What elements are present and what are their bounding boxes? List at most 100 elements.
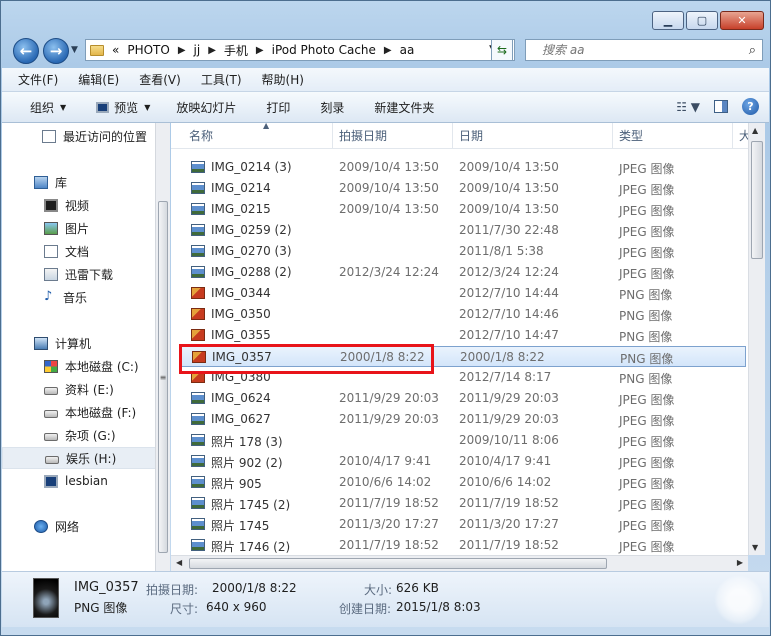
refresh-icon: ⇆ [496,43,508,57]
sidebar-item-videos[interactable]: 视频 [2,194,156,216]
column-size[interactable]: 大 [733,123,748,148]
vertical-scroll-thumb[interactable] [751,141,763,259]
column-type[interactable]: 类型 [613,123,733,148]
table-row[interactable]: 照片 1745 (2) 2011/7/19 18:52 2011/7/19 18:5… [179,493,746,514]
sidebar-item-recent[interactable]: 最近访问的位置 [2,125,156,147]
sidebar-item-drive-h[interactable]: 娱乐 (H:) [2,447,156,469]
file-list-horizontal-scrollbar[interactable]: ◀ ▶ [171,555,748,571]
refresh-button[interactable]: ⇆ [491,39,513,61]
table-row[interactable]: IMG_0355 2012/7/10 14:47 PNG 图像 [179,325,746,346]
column-name[interactable]: 名称 ▲ [183,123,333,148]
file-name: 照片 1745 [211,519,270,533]
minimize-button[interactable]: ▁ [652,11,684,30]
table-row[interactable]: 照片 1746 (2) 2011/7/19 18:52 2011/7/19 18:5… [179,535,746,555]
sidebar-item-network[interactable]: 网络 [2,515,156,537]
breadcrumb-phone[interactable]: 手机 [224,42,248,59]
recent-pages-dropdown[interactable]: ▼ [71,45,78,55]
address-overflow[interactable]: « [112,43,119,57]
scroll-up-icon[interactable]: ▲ [752,126,758,135]
table-row[interactable]: IMG_0288 (2) 2012/3/24 12:24 2012/3/24 12:… [179,262,746,283]
sidebar-item-lesbian[interactable]: lesbian [2,470,156,492]
help-icon[interactable]: ? [742,98,759,115]
scroll-right-icon[interactable]: ▶ [737,558,743,567]
chevron-right-icon[interactable]: ▶ [256,45,264,56]
view-options-icon[interactable]: ☷ ▼ [676,100,700,114]
maximize-button[interactable]: ▢ [686,11,718,30]
back-button[interactable]: ← [13,38,39,64]
table-row[interactable]: IMG_0214 2009/10/4 13:50 2009/10/4 13:50 JP… [179,178,746,199]
breadcrumb-ipod-photo-cache[interactable]: iPod Photo Cache [272,43,376,57]
file-type: JPEG 图像 [619,204,675,218]
breadcrumb-aa[interactable]: aa [400,43,415,57]
search-box[interactable]: ⌕ [525,39,763,61]
file-date-taken: 2010/6/6 14:02 [339,475,432,489]
search-icon[interactable]: ⌕ [749,43,756,58]
sidebar-item-library[interactable]: 库 [2,171,156,193]
horizontal-scroll-thumb[interactable] [189,558,607,569]
table-row[interactable]: 照片 905 2010/6/6 14:02 2010/6/6 14:02 JPEG 图… [179,472,746,493]
sidebar-item-label: 计算机 [55,336,92,351]
menu-edit[interactable]: 编辑(E) [74,71,123,88]
table-row[interactable]: 照片 178 (3) 2009/10/11 8:06 JPEG 图像 [179,430,746,451]
file-date-taken: 2000/1/8 8:22 [340,350,425,364]
organize-button[interactable]: 组织 ▼ [30,99,66,116]
preview-pane-icon[interactable] [714,100,728,113]
sidebar-item-drive-f[interactable]: 本地磁盘 (F:) [2,401,156,423]
table-row[interactable]: IMG_0270 (3) 2011/8/1 5:38 JPEG 图像 [179,241,746,262]
sidebar-item-drive-c[interactable]: 本地磁盘 (C:) [2,355,156,377]
table-row[interactable]: IMG_0215 2009/10/4 13:50 2009/10/4 13:50 JP… [179,199,746,220]
menu-file[interactable]: 文件(F) [14,71,62,88]
breadcrumb-jj[interactable]: jj [194,43,201,57]
file-type: JPEG 图像 [619,162,675,176]
table-row[interactable]: IMG_0259 (2) 2011/7/30 22:48 JPEG 图像 [179,220,746,241]
chevron-right-icon[interactable]: ▶ [208,45,216,56]
column-date[interactable]: 日期 [453,123,613,148]
table-row[interactable]: IMG_0627 2011/9/29 20:03 2011/9/29 20:03 JP… [179,409,746,430]
slideshow-button[interactable]: 放映幻灯片 [176,99,236,116]
file-name: IMG_0355 [211,328,271,342]
preview-label: 预览 [114,100,139,115]
preview-button[interactable]: 预览 ▼ [96,99,150,116]
forward-button[interactable]: → [43,38,69,64]
table-row[interactable]: 照片 902 (2) 2010/4/17 9:41 2010/4/17 9:41 JP… [179,451,746,472]
column-label: 拍摄日期 [339,129,388,143]
navigation-pane: 最近访问的位置 库 视频 图片 文档 迅雷下载 ♪ 音乐 计算机 本地磁盘 (C… [2,123,156,571]
sidebar-item-drive-g[interactable]: 杂项 (G:) [2,424,156,446]
file-date: 2011/3/20 17:27 [459,517,559,531]
sidebar-item-thunder[interactable]: 迅雷下载 [2,263,156,285]
table-row[interactable]: IMG_0380 2012/7/14 8:17 PNG 图像 [179,367,746,388]
menu-tools[interactable]: 工具(T) [197,71,246,88]
sidebar-item-pictures[interactable]: 图片 [2,217,156,239]
sidebar-item-label: 本地磁盘 (C:) [65,359,139,374]
sidebar-item-drive-e[interactable]: 资料 (E:) [2,378,156,400]
sidebar-item-label: 图片 [65,221,90,236]
file-list-vertical-scrollbar[interactable]: ▲ ▼ [748,123,765,555]
scroll-down-icon[interactable]: ▼ [752,543,758,552]
close-icon: ✕ [737,14,747,27]
table-row[interactable]: IMG_0350 2012/7/10 14:46 PNG 图像 [179,304,746,325]
new-folder-button[interactable]: 新建文件夹 [374,99,434,116]
table-row[interactable]: IMG_0214 (3) 2009/10/4 13:50 2009/10/4 13:… [179,157,746,178]
address-bar[interactable]: « PHOTO ▶ jj ▶ 手机 ▶ iPod Photo Cache ▶ a… [85,39,515,61]
search-input[interactable] [540,42,744,58]
table-row[interactable]: IMG_0624 2011/9/29 20:03 2011/9/29 20:03 JP… [179,388,746,409]
table-row[interactable]: 照片 1745 2011/3/20 17:27 2011/3/20 17:27 JPE… [179,514,746,535]
breadcrumb-photo[interactable]: PHOTO [127,43,169,57]
chevron-right-icon[interactable]: ▶ [178,45,186,56]
menu-view[interactable]: 查看(V) [135,71,185,88]
print-button[interactable]: 打印 [266,99,290,116]
table-row[interactable]: IMG_0344 2012/7/10 14:44 PNG 图像 [179,283,746,304]
sidebar-scrollbar[interactable]: ≡ [155,123,170,571]
scroll-left-icon[interactable]: ◀ [176,558,182,567]
close-button[interactable]: ✕ [720,11,764,30]
sidebar-item-documents[interactable]: 文档 [2,240,156,262]
sidebar-item-computer[interactable]: 计算机 [2,332,156,354]
burn-button[interactable]: 刻录 [320,99,344,116]
chevron-right-icon[interactable]: ▶ [384,45,392,56]
table-row[interactable]: IMG_0357 2000/1/8 8:22 2000/1/8 8:22 PNG 图像 [179,346,746,367]
sidebar-item-label: 库 [55,175,68,190]
column-date-taken[interactable]: 拍摄日期 [333,123,453,148]
menu-help[interactable]: 帮助(H) [258,71,308,88]
pictures-icon [44,221,58,235]
sidebar-item-music[interactable]: ♪ 音乐 [2,286,156,308]
